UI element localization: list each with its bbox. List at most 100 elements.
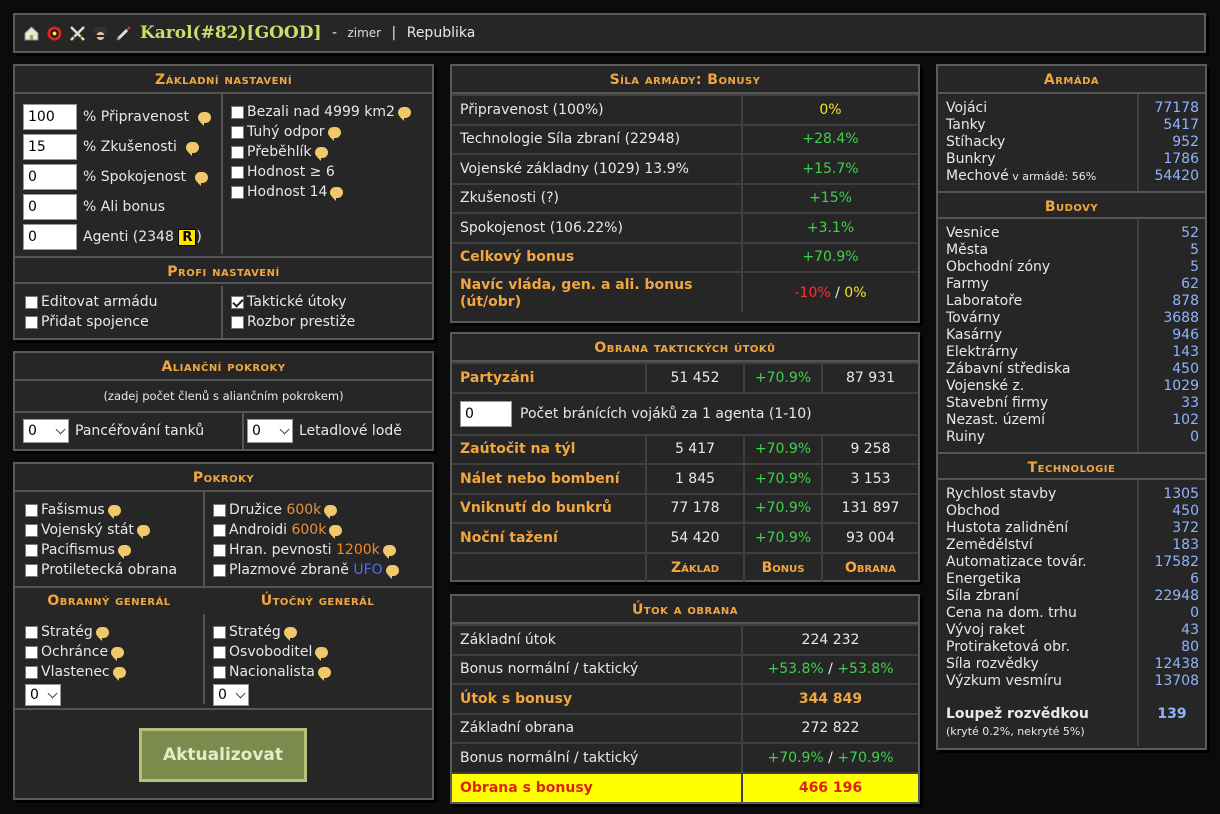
check-fasismus[interactable]: Fašismus — [25, 500, 177, 520]
check-label: Hran. pevnosti — [229, 542, 332, 558]
checkbox[interactable] — [25, 645, 38, 659]
checkbox[interactable] — [213, 523, 226, 537]
checkbox[interactable] — [25, 543, 38, 557]
check-osvoboditel[interactable]: Osvoboditel — [213, 642, 331, 662]
agenti-input[interactable] — [23, 224, 77, 250]
checkbox[interactable] — [231, 165, 244, 179]
help-bubble-icon[interactable] — [314, 146, 328, 161]
list-item: Mechové v armádě: 56% — [946, 168, 1129, 185]
checkbox[interactable] — [231, 315, 244, 329]
check-hodnost-14[interactable]: Hodnost 14 — [231, 182, 411, 202]
help-bubble-icon[interactable] — [397, 106, 411, 121]
check-nacionalista[interactable]: Nacionalista — [213, 662, 331, 682]
help-bubble-icon[interactable] — [385, 564, 399, 579]
help-bubble-icon[interactable] — [95, 626, 109, 641]
check-bezali[interactable]: Bezali nad 4999 km2 — [231, 102, 411, 122]
checkbox[interactable] — [213, 563, 226, 577]
help-bubble-icon[interactable] — [136, 524, 150, 539]
utok-table: Základní útok 224 232 Bonus normální / ta… — [452, 624, 918, 802]
utocny-general-select[interactable]: 0 — [213, 684, 249, 706]
help-bubble-icon[interactable] — [317, 666, 331, 681]
help-bubble-icon[interactable] — [329, 524, 343, 539]
checkbox[interactable] — [25, 665, 38, 679]
pancerovani-select[interactable]: 0 — [23, 419, 69, 443]
obranny-general-select[interactable]: 0 — [25, 684, 61, 706]
help-bubble-icon[interactable] — [197, 111, 211, 126]
spy-icon[interactable] — [92, 25, 109, 42]
ali-bonus-input[interactable] — [23, 194, 77, 220]
aktualizovat-button[interactable]: Aktualizovat — [139, 728, 307, 782]
help-bubble-icon[interactable] — [382, 544, 396, 559]
help-bubble-icon[interactable] — [107, 504, 121, 519]
row-value: 344 849 — [741, 683, 918, 714]
help-bubble-icon[interactable] — [327, 126, 341, 141]
check-label: Fašismus — [41, 502, 105, 518]
checkbox[interactable] — [231, 125, 244, 139]
help-bubble-icon[interactable] — [330, 186, 344, 201]
checkbox[interactable] — [25, 295, 38, 309]
check-editovat-armadu[interactable]: Editovat armádu — [25, 292, 158, 312]
help-bubble-icon[interactable] — [324, 504, 338, 519]
cell-zaklad: 51 452 — [645, 362, 744, 393]
pripravenost-row: % Připravenost — [23, 102, 211, 132]
alert-icon[interactable] — [46, 25, 63, 42]
help-bubble-icon[interactable] — [283, 626, 297, 641]
help-bubble-icon[interactable] — [185, 141, 199, 156]
check-takticke-utoky[interactable]: Taktické útoky — [231, 292, 355, 312]
check-druzice[interactable]: Družice 600k — [213, 500, 399, 520]
check-pridat-spojence[interactable]: Přidat spojence — [25, 312, 158, 332]
syringe-icon[interactable] — [115, 25, 132, 42]
check-plazmove-zbrane[interactable]: Plazmové zbraně UFO — [213, 560, 399, 580]
check-androidi[interactable]: Androidi 600k — [213, 520, 399, 540]
check-ochrance[interactable]: Ochránce — [25, 642, 126, 662]
check-vlastenec[interactable]: Vlastenec — [25, 662, 126, 682]
help-bubble-icon[interactable] — [111, 646, 125, 661]
list-item: Protiraketová obr. — [946, 639, 1070, 655]
spokojenost-input[interactable] — [23, 164, 77, 190]
checkbox[interactable] — [231, 145, 244, 159]
cell-bonus: +70.9% — [743, 433, 822, 464]
check-pacifismus[interactable]: Pacifismus — [25, 540, 177, 560]
help-bubble-icon[interactable] — [315, 646, 329, 661]
checkbox[interactable] — [213, 503, 226, 517]
checkbox[interactable] — [25, 563, 38, 577]
check-uto-strateg[interactable]: Stratég — [213, 622, 331, 642]
check-prebehlik[interactable]: Přeběhlík — [231, 142, 411, 162]
checkbox[interactable] — [25, 625, 38, 639]
help-bubble-icon[interactable] — [117, 544, 131, 559]
checkbox[interactable] — [213, 543, 226, 557]
checkbox[interactable] — [231, 295, 244, 309]
zkusenosti-input[interactable] — [23, 134, 77, 160]
check-vojensky-stat[interactable]: Vojenský stát — [25, 520, 177, 540]
help-bubble-icon[interactable] — [195, 171, 208, 186]
checkbox[interactable] — [25, 315, 38, 329]
list-value: 6 — [1190, 571, 1199, 587]
table-row: Bonus normální / taktický +70.9% / +70.9% — [452, 742, 918, 773]
check-protiletecka[interactable]: Protiletecká obrana — [25, 560, 177, 580]
checkbox[interactable] — [213, 625, 226, 639]
checkbox[interactable] — [213, 645, 226, 659]
checkbox[interactable] — [25, 503, 38, 517]
help-bubble-icon[interactable] — [112, 666, 126, 681]
pripravenost-input[interactable] — [23, 104, 77, 130]
home-icon[interactable] — [23, 25, 40, 42]
row-label: Útok s bonusy — [452, 683, 742, 714]
agent-soldiers-input[interactable] — [460, 400, 512, 427]
letadlove-select[interactable]: 0 — [247, 419, 293, 443]
checkbox[interactable] — [231, 185, 244, 199]
alianc-title: Alianční pokroky — [15, 353, 432, 381]
table-row: Vojenské základny (1029) 13.9% +15.7% — [452, 153, 918, 184]
checkbox[interactable] — [25, 523, 38, 537]
check-tuhy-odpor[interactable]: Tuhý odpor — [231, 122, 411, 142]
check-hodnost-6[interactable]: Hodnost ≥ 6 — [231, 162, 411, 182]
r-badge[interactable]: R — [178, 229, 197, 246]
check-rozbor-prestize[interactable]: Rozbor prestiže — [231, 312, 355, 332]
checkbox[interactable] — [231, 105, 244, 119]
username-link[interactable]: Karol(#82)[GOOD] — [140, 23, 322, 43]
swords-icon[interactable] — [69, 25, 86, 42]
row-label: Technologie Síla zbraní (22948) — [452, 123, 742, 154]
cell-obrana: 9 258 — [821, 433, 918, 464]
check-obr-stratég[interactable]: Stratég — [25, 622, 126, 642]
checkbox[interactable] — [213, 665, 226, 679]
check-hran-pevnosti[interactable]: Hran. pevnosti 1200k — [213, 540, 399, 560]
